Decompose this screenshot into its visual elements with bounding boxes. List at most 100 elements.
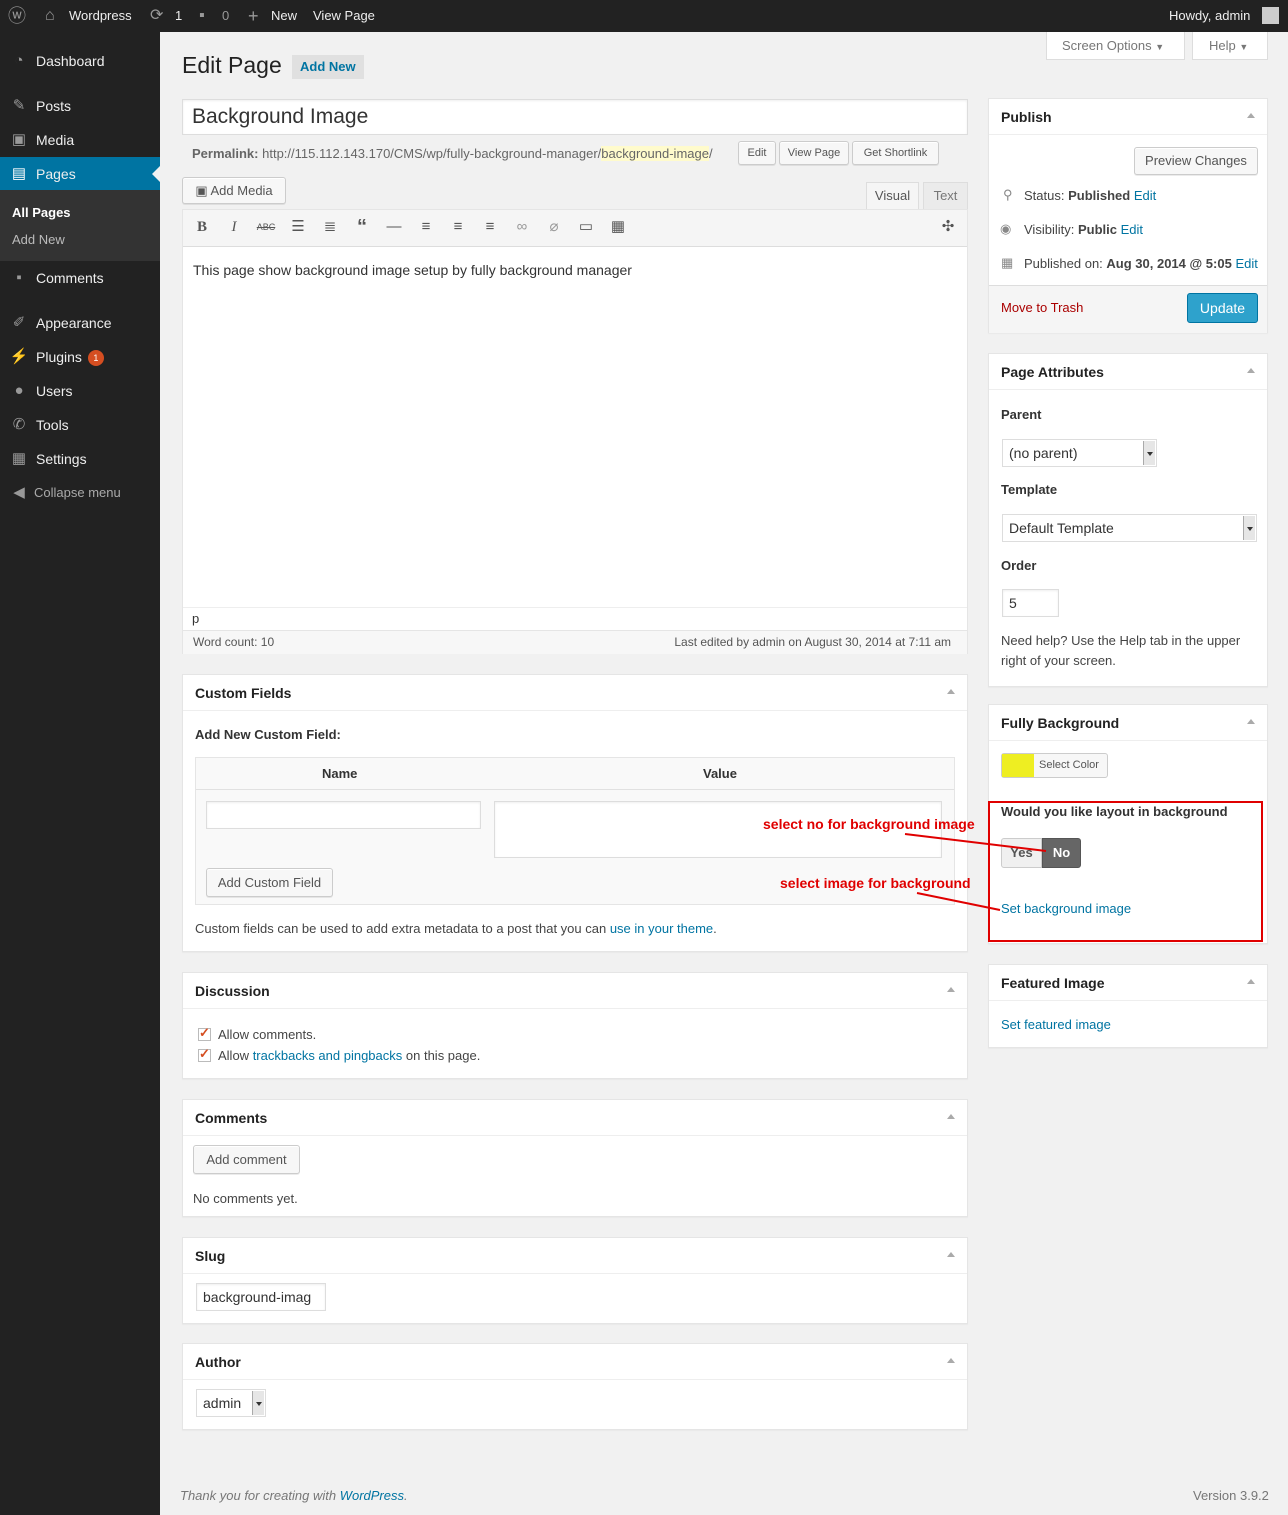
plug-icon: ⚡: [9, 348, 29, 365]
toggle-arrow-icon[interactable]: [1247, 113, 1255, 118]
publish-box: Publish Preview Changes ⚲ Status: Publis…: [988, 98, 1268, 333]
select-color-button[interactable]: Select Color: [1001, 753, 1108, 778]
toggle-arrow-icon[interactable]: [947, 689, 955, 694]
collapse-menu-button[interactable]: ◀ Collapse menu: [0, 476, 160, 510]
discussion-box: Discussion Allow comments. Allow trackba…: [182, 972, 968, 1079]
help-text-line2: right of your screen.: [1001, 653, 1116, 668]
allow-pings-checkbox[interactable]: [198, 1046, 211, 1062]
menu-item-plugins[interactable]: ⚡ Plugins 1: [0, 340, 160, 374]
comment-bubble-icon[interactable]: ▪: [199, 0, 205, 32]
slug-input[interactable]: background-imag: [196, 1283, 326, 1311]
annotation-highlight-box: [988, 801, 1263, 942]
howdy-link[interactable]: Howdy, admin: [1169, 0, 1250, 32]
italic-icon[interactable]: I: [223, 216, 245, 238]
numbered-list-icon[interactable]: ≣: [319, 216, 341, 238]
link-icon[interactable]: ∞: [511, 216, 533, 238]
permalink-slug[interactable]: background-image: [601, 146, 709, 161]
toggle-arrow-icon[interactable]: [947, 1252, 955, 1257]
align-left-icon[interactable]: ≡: [415, 216, 437, 238]
edit-visibility-link[interactable]: Edit: [1121, 222, 1143, 237]
menu-item-tools[interactable]: ✆ Tools: [0, 408, 160, 442]
bullet-list-icon[interactable]: ☰: [287, 216, 309, 238]
submenu-add-new[interactable]: Add New: [12, 232, 65, 247]
toggle-arrow-icon[interactable]: [1247, 368, 1255, 373]
pushpin-icon: ✎: [12, 97, 26, 114]
editor-content[interactable]: This page show background image setup by…: [193, 262, 632, 278]
menu-item-posts[interactable]: ✎ Posts: [0, 89, 160, 123]
menu-item-settings[interactable]: ▦ Settings: [0, 442, 160, 476]
allow-comments-checkbox[interactable]: [198, 1025, 211, 1041]
view-page-link[interactable]: View Page: [313, 0, 375, 32]
preview-changes-button[interactable]: Preview Changes: [1134, 147, 1258, 175]
get-shortlink-button[interactable]: Get Shortlink: [852, 141, 939, 165]
site-name-link[interactable]: Wordpress: [69, 0, 132, 32]
move-to-trash-link[interactable]: Move to Trash: [1001, 300, 1083, 315]
dropdown-arrow-icon: [252, 1391, 264, 1415]
tab-text[interactable]: Text: [923, 182, 968, 209]
blockquote-icon[interactable]: “: [351, 216, 373, 238]
order-input[interactable]: 5: [1002, 589, 1059, 617]
use-in-your-theme-link[interactable]: use in your theme: [610, 921, 713, 936]
annotation-image-text: select image for background: [780, 875, 971, 891]
submenu-all-pages[interactable]: All Pages: [12, 205, 71, 220]
edit-date-link[interactable]: Edit: [1235, 256, 1257, 271]
visibility-row: Visibility: Public Edit: [1024, 222, 1144, 237]
toggle-arrow-icon[interactable]: [947, 987, 955, 992]
bold-icon[interactable]: B: [191, 216, 213, 238]
plus-icon[interactable]: +: [248, 0, 259, 32]
custom-fields-title: Custom Fields: [195, 685, 292, 701]
wordpress-logo-icon[interactable]: ⓦ: [8, 0, 26, 32]
add-custom-field-button[interactable]: Add Custom Field: [206, 868, 333, 897]
trackbacks-link[interactable]: trackbacks and pingbacks: [253, 1048, 403, 1063]
toggle-arrow-icon[interactable]: [947, 1358, 955, 1363]
menu-item-users[interactable]: ● Users: [0, 374, 160, 408]
menu-item-dashboard[interactable]: ◔ Dashboard: [0, 44, 160, 78]
wrench-icon: ✆: [12, 416, 26, 433]
set-featured-image-link[interactable]: Set featured image: [1001, 1017, 1111, 1032]
comments-count[interactable]: 0: [222, 0, 229, 32]
add-new-page-button[interactable]: Add New: [292, 55, 364, 79]
publish-title: Publish: [1001, 109, 1052, 125]
wordpress-link[interactable]: WordPress: [340, 1488, 404, 1503]
allow-pings-label: Allow trackbacks and pingbacks on this p…: [218, 1048, 481, 1063]
no-comments-text: No comments yet.: [193, 1191, 298, 1206]
screen-options-button[interactable]: Screen Options ▼: [1046, 32, 1185, 60]
avatar[interactable]: [1262, 7, 1279, 24]
chevron-down-icon: ▼: [1239, 42, 1249, 52]
toggle-arrow-icon[interactable]: [1247, 979, 1255, 984]
custom-field-name-input[interactable]: [206, 801, 481, 829]
toolbar-toggle-icon[interactable]: ▦: [607, 216, 629, 238]
fullscreen-icon[interactable]: ✣: [937, 216, 959, 238]
help-button[interactable]: Help ▼: [1192, 32, 1268, 60]
media-icon: ▣: [11, 131, 27, 148]
unlink-icon[interactable]: ⌀: [543, 216, 565, 238]
new-link[interactable]: New: [271, 0, 297, 32]
updates-count[interactable]: 1: [175, 0, 182, 32]
strikethrough-icon[interactable]: ABC: [255, 216, 277, 238]
update-button[interactable]: Update: [1187, 293, 1258, 323]
permalink-edit-button[interactable]: Edit: [738, 141, 776, 165]
toggle-arrow-icon[interactable]: [1247, 719, 1255, 724]
menu-item-appearance[interactable]: ✐ Appearance: [0, 306, 160, 340]
horizontal-line-icon[interactable]: —: [383, 216, 405, 238]
read-more-icon[interactable]: ▭: [575, 216, 597, 238]
align-center-icon[interactable]: ≡: [447, 216, 469, 238]
eye-icon: ◉: [1000, 221, 1012, 236]
view-page-button[interactable]: View Page: [779, 141, 849, 165]
admin-bar: ⓦ ⌂ Wordpress ⟳ 1 ▪ 0 + New View Page Ho…: [0, 0, 1288, 32]
tab-visual[interactable]: Visual: [866, 182, 919, 209]
toggle-arrow-icon[interactable]: [947, 1114, 955, 1119]
updates-icon[interactable]: ⟳: [150, 0, 163, 32]
menu-item-media[interactable]: ▣ Media: [0, 123, 160, 157]
last-edited: Last edited by admin on August 30, 2014 …: [674, 635, 951, 649]
add-comment-button[interactable]: Add comment: [193, 1145, 300, 1174]
author-select[interactable]: admin: [196, 1389, 266, 1417]
parent-select[interactable]: (no parent): [1002, 439, 1157, 467]
add-media-button[interactable]: ▣ Add Media: [182, 177, 286, 204]
menu-item-comments[interactable]: ▪ Comments: [0, 261, 160, 295]
template-select[interactable]: Default Template: [1002, 514, 1257, 542]
post-title-input[interactable]: Background Image: [182, 99, 968, 135]
align-right-icon[interactable]: ≡: [479, 216, 501, 238]
edit-status-link[interactable]: Edit: [1134, 188, 1156, 203]
menu-item-pages[interactable]: ▤ Pages: [0, 157, 160, 191]
